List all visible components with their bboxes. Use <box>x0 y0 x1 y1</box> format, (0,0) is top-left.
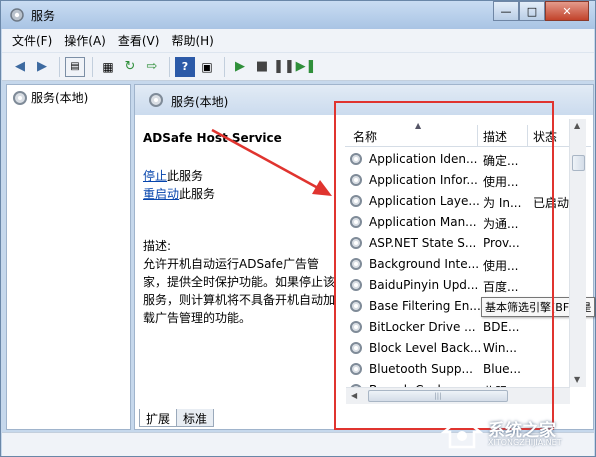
restart-service-icon[interactable]: ▶❚ <box>296 57 317 77</box>
menu-file[interactable]: 文件(F) <box>12 32 52 49</box>
menu-help[interactable]: 帮助(H) <box>171 32 213 49</box>
services-app-icon <box>10 8 24 22</box>
refresh-icon[interactable]: ↻ <box>120 57 140 77</box>
service-description: 描述: 允许开机自动运行ADSafe广告管家，提供全时保护功能。如果停止该服务，… <box>143 237 339 327</box>
title-bar[interactable]: 服务 — □ ✕ <box>1 1 595 29</box>
annotation-highlight-box <box>334 101 554 430</box>
export-list-icon[interactable]: ⇨ <box>142 57 162 77</box>
scroll-down-icon[interactable]: ▼ <box>574 375 580 384</box>
toolbar-separator <box>169 56 170 77</box>
stop-service-row: 停止此服务 <box>143 167 203 184</box>
selected-service-name: ADSafe Host Service <box>143 131 282 145</box>
toolbar: ◀ ▶ ▤ ▦ ↻ ⇨ ? ▣ ▶ ■ ❚❚ ▶❚ <box>2 53 594 81</box>
pane-header-title: 服务(本地) <box>171 95 229 109</box>
vertical-scroll-thumb[interactable] <box>572 155 585 171</box>
restart-service-suffix: 此服务 <box>179 187 216 201</box>
tab-standard[interactable]: 标准 <box>176 409 215 427</box>
scroll-up-icon[interactable]: ▲ <box>574 121 580 130</box>
description-text: 允许开机自动运行ADSafe广告管家，提供全时保护功能。如果停止该服务，则计算机… <box>143 257 336 325</box>
tree-pane: 服务(本地) <box>6 84 131 430</box>
stop-service-link[interactable]: 停止 <box>143 169 167 183</box>
tree-item-label: 服务(本地) <box>31 91 89 105</box>
menu-view[interactable]: 查看(V) <box>118 32 160 49</box>
pause-service-icon[interactable]: ❚❚ <box>273 57 295 77</box>
toolbar-separator <box>224 56 225 77</box>
forward-icon[interactable]: ▶ <box>32 57 52 77</box>
watermark: 系统之家 XITONGZHIJIA.NET <box>438 412 590 452</box>
services-gear-icon <box>149 93 163 107</box>
minimize-button[interactable]: — <box>493 1 519 21</box>
stop-service-suffix: 此服务 <box>167 169 204 183</box>
console-icon[interactable]: ▣ <box>197 57 217 77</box>
toolbar-separator <box>59 56 60 77</box>
start-service-icon[interactable]: ▶ <box>230 57 250 77</box>
menu-bar: 文件(F) 操作(A) 查看(V) 帮助(H) <box>2 29 594 53</box>
description-label: 描述: <box>143 239 172 253</box>
stop-service-icon[interactable]: ■ <box>252 57 272 77</box>
close-button[interactable]: ✕ <box>545 1 589 21</box>
watermark-subtext: XITONGZHIJIA.NET <box>488 438 562 447</box>
help-icon[interactable]: ? <box>175 56 195 77</box>
menu-action[interactable]: 操作(A) <box>64 32 106 49</box>
view-tabs: 扩展 标准 <box>139 409 215 427</box>
window-title: 服务 <box>31 9 56 23</box>
services-gear-icon <box>13 90 27 105</box>
restart-service-row: 重启动此服务 <box>143 185 215 202</box>
vertical-scrollbar[interactable]: ▲ ▼ <box>569 119 586 387</box>
tab-extended[interactable]: 扩展 <box>139 409 178 427</box>
watermark-logo-icon <box>440 415 484 449</box>
toolbar-separator <box>92 56 93 77</box>
show-hide-tree-icon[interactable]: ▤ <box>65 56 85 77</box>
tree-item-services-local[interactable]: 服务(本地) <box>13 89 88 106</box>
maximize-button[interactable]: □ <box>519 1 545 21</box>
properties-icon[interactable]: ▦ <box>98 57 118 77</box>
restart-service-link[interactable]: 重启动 <box>143 187 179 201</box>
back-icon[interactable]: ◀ <box>10 57 30 77</box>
